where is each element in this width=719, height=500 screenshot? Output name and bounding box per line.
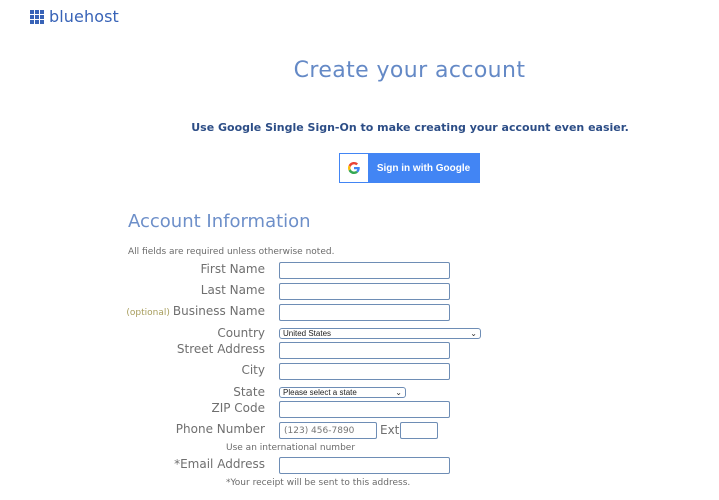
- last-name-input[interactable]: [279, 283, 450, 300]
- email-address-label: *Email Address: [174, 457, 265, 471]
- chevron-down-icon: ⌄: [395, 388, 402, 397]
- country-select[interactable]: United States ⌄: [279, 328, 481, 339]
- city-label: City: [241, 363, 265, 377]
- phone-number-label: Phone Number: [175, 422, 265, 436]
- bluehost-logo[interactable]: bluehost: [30, 7, 119, 26]
- business-name-input[interactable]: [279, 304, 450, 321]
- google-button-label: Sign in with Google: [376, 162, 471, 174]
- zip-code-input[interactable]: [279, 401, 450, 418]
- street-address-label: Street Address: [176, 342, 265, 356]
- state-label: State: [233, 385, 265, 399]
- country-label: Country: [217, 326, 265, 340]
- sso-prompt: Use Google Single Sign-On to make creati…: [191, 121, 629, 134]
- state-selected-value: Please select a state: [283, 388, 357, 397]
- phone-ext-input[interactable]: [400, 422, 438, 439]
- state-select[interactable]: Please select a state ⌄: [279, 387, 406, 398]
- first-name-label: First Name: [200, 262, 265, 276]
- business-name-label-text: Business Name: [172, 304, 265, 318]
- google-icon: [340, 154, 368, 182]
- city-input[interactable]: [279, 363, 450, 380]
- country-selected-value: United States: [283, 329, 332, 338]
- street-address-input[interactable]: [279, 342, 450, 359]
- business-name-label: (optional) Business Name: [126, 304, 265, 318]
- logo-grid-icon: [30, 9, 44, 24]
- page-title: Create your account: [293, 58, 526, 83]
- optional-tag: (optional): [126, 308, 170, 318]
- google-sign-in-button[interactable]: Sign in with Google: [339, 153, 480, 183]
- email-address-input[interactable]: [279, 457, 450, 474]
- zip-code-label: ZIP Code: [211, 401, 265, 415]
- logo-text: bluehost: [49, 7, 119, 26]
- last-name-label: Last Name: [200, 283, 265, 297]
- first-name-input[interactable]: [279, 262, 450, 279]
- section-title: Account Information: [128, 211, 311, 232]
- chevron-down-icon: ⌄: [470, 329, 477, 338]
- phone-number-input[interactable]: [279, 422, 377, 439]
- required-note: All fields are required unless otherwise…: [128, 247, 335, 257]
- email-receipt-note: *Your receipt will be sent to this addre…: [226, 478, 411, 488]
- phone-ext-label: Ext: [380, 423, 400, 437]
- international-number-link[interactable]: Use an international number: [226, 443, 355, 453]
